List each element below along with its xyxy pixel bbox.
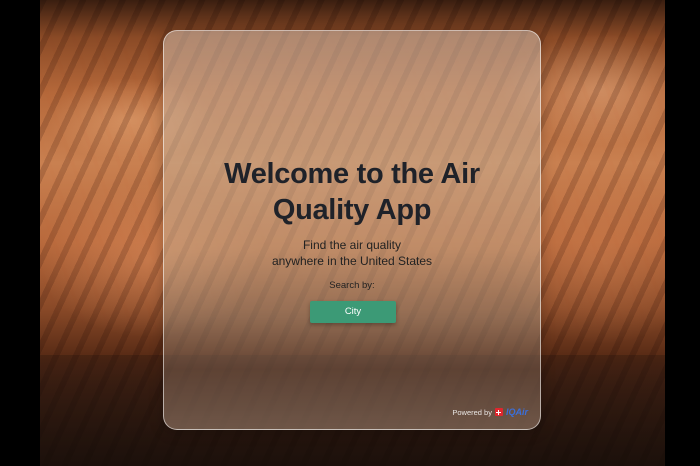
subtitle-line-2: anywhere in the United States	[271, 254, 433, 268]
iqair-logo-icon	[494, 408, 503, 416]
subtitle: Find the air quality anywhere in the Uni…	[164, 237, 540, 269]
subtitle-line-1: Find the air quality	[302, 238, 402, 252]
search-by-label: Search by:	[329, 280, 375, 291]
city-button[interactable]: City	[310, 301, 396, 323]
powered-by-credit[interactable]: Powered by IQAir	[452, 407, 528, 417]
app-window: Welcome to the Air Quality App Find the …	[0, 0, 700, 466]
powered-by-label: Powered by	[452, 407, 492, 417]
iqair-brand-text: IQAir	[505, 407, 528, 417]
page-title: Welcome to the Air Quality App	[224, 158, 480, 226]
welcome-card: Welcome to the Air Quality App Find the …	[163, 30, 541, 430]
